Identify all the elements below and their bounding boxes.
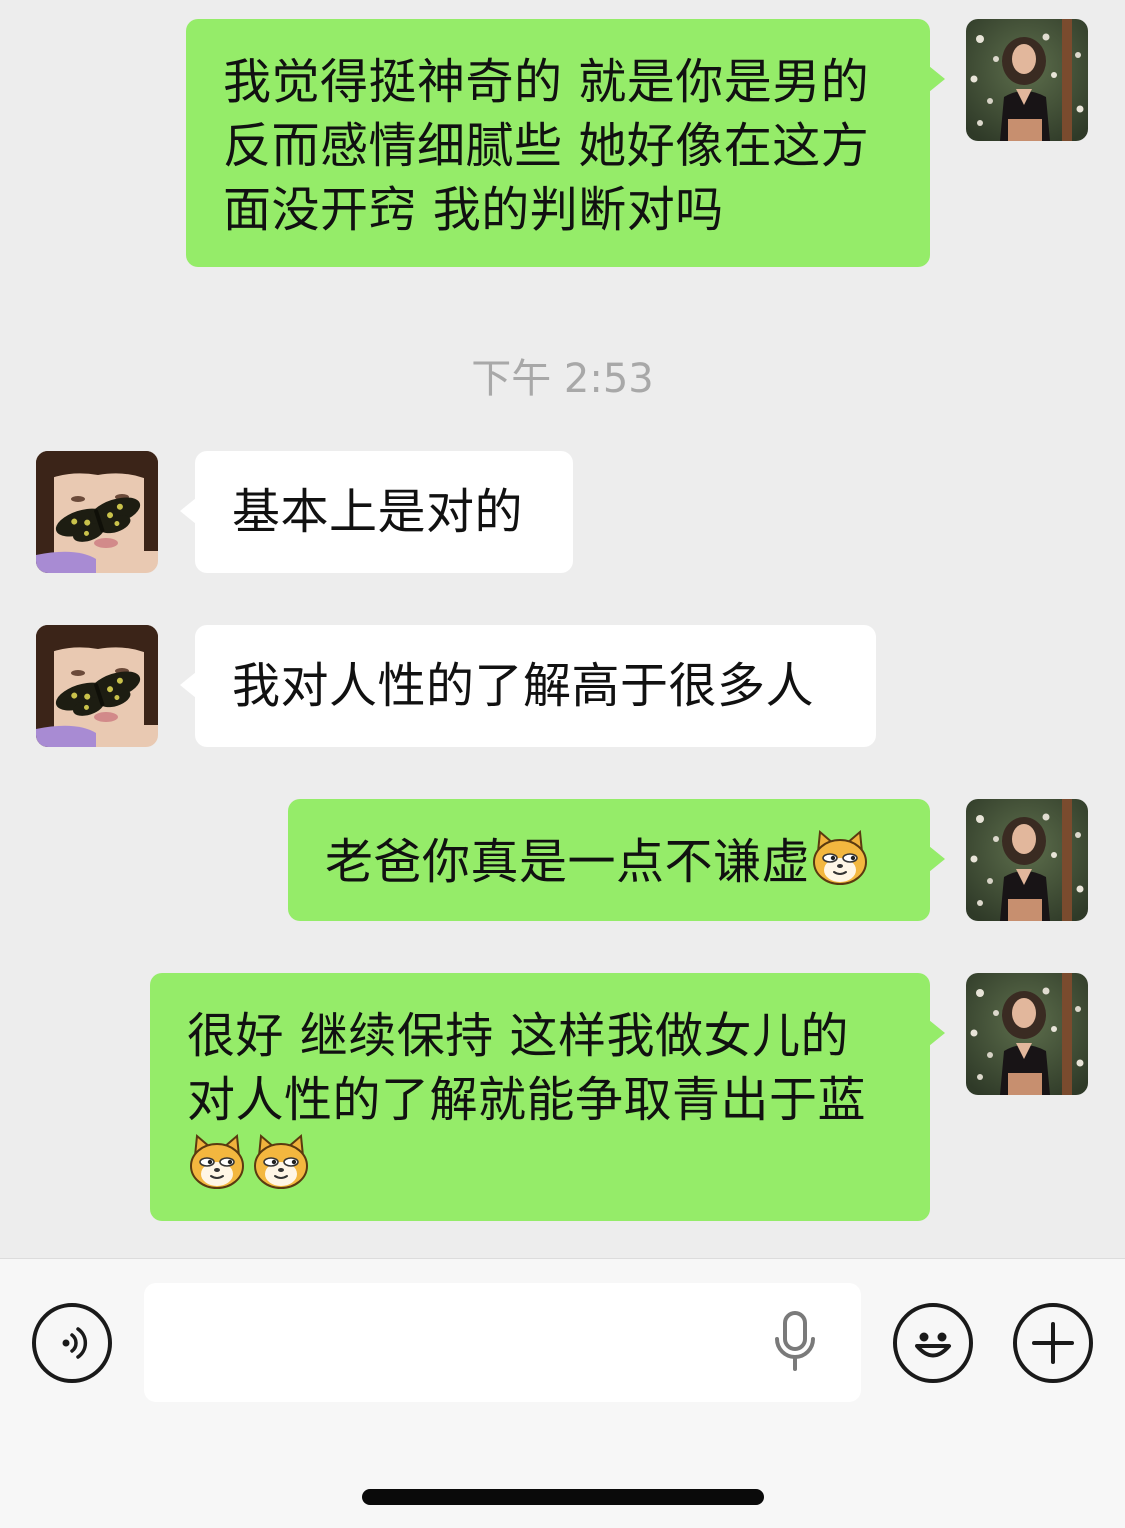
bubble-tail [929, 846, 945, 872]
message-bubble-1[interactable]: 我觉得挺神奇的 就是你是男的 反而感情细腻些 她好像在这方 面没开窍 我的判断对… [186, 19, 930, 267]
message-bubble-2[interactable]: 基本上是对的 [195, 451, 573, 573]
emoji-face-icon [915, 1332, 951, 1358]
bubble-tail [929, 66, 945, 92]
chat-area[interactable]: 我觉得挺神奇的 就是你是男的 反而感情细腻些 她好像在这方 面没开窍 我的判断对… [0, 0, 1125, 1258]
input-bar [0, 1258, 1125, 1528]
contact-avatar[interactable] [36, 451, 158, 573]
plus-icon [1032, 1322, 1074, 1364]
timestamp: 下午 2:53 [471, 356, 654, 402]
message-input[interactable] [144, 1283, 861, 1402]
bubble-tail [929, 1020, 945, 1046]
bubble-tail [180, 498, 196, 524]
contact-avatar[interactable] [36, 625, 158, 747]
emoji-row [187, 1132, 930, 1196]
voice-mode-icon [62, 1327, 88, 1359]
my-avatar[interactable] [966, 973, 1088, 1095]
plus-button[interactable] [1013, 1303, 1093, 1383]
message-text: 基本上是对的 [232, 484, 524, 540]
emoji-button[interactable] [893, 1303, 973, 1383]
message-line: 我觉得挺神奇的 就是你是男的 [223, 54, 870, 110]
message-line: 反而感情细腻些 她好像在这方 [223, 118, 870, 174]
message-line: 面没开窍 我的判断对吗 [223, 182, 724, 238]
microphone-icon[interactable] [770, 1309, 820, 1375]
message-line: 对人性的了解就能争取青出于蓝 [187, 1072, 867, 1128]
bubble-tail [180, 672, 196, 698]
my-avatar[interactable] [966, 799, 1088, 921]
message-bubble-5[interactable]: 很好 继续保持 这样我做女儿的 对人性的了解就能争取青出于蓝 [150, 973, 930, 1221]
message-bubble-4[interactable]: 老爸你真是一点不谦虚 [288, 799, 930, 921]
message-text: 老爸你真是一点不谦虚 [325, 834, 811, 890]
doge-cat-emoji [251, 1132, 311, 1192]
doge-cat-emoji [810, 828, 870, 888]
message-line: 很好 继续保持 这样我做女儿的 [187, 1008, 850, 1064]
voice-mode-button[interactable] [32, 1303, 112, 1383]
home-indicator[interactable] [362, 1489, 764, 1505]
message-text: 我对人性的了解高于很多人 [232, 658, 815, 714]
my-avatar[interactable] [966, 19, 1088, 141]
doge-cat-emoji [187, 1132, 247, 1192]
message-bubble-3[interactable]: 我对人性的了解高于很多人 [195, 625, 876, 747]
